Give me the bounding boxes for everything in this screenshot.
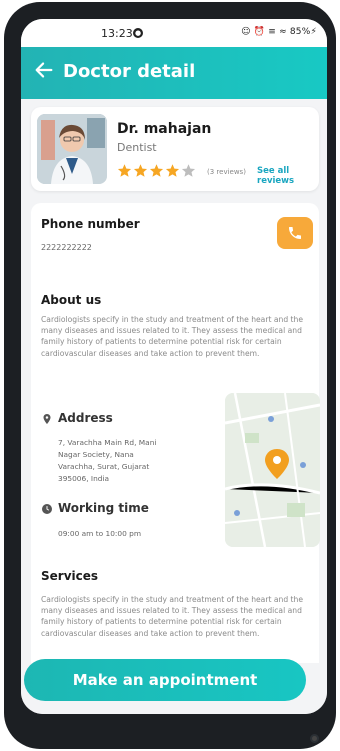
arrow-left-icon[interactable]	[33, 59, 55, 81]
phone-frame: 13:23 ● ☺ ⏰ ≡ ≈ 85%⚡ Doctor detail Dr. m…	[4, 2, 336, 749]
star-icon	[165, 164, 180, 177]
status-bar: 13:23 ● ☺ ⏰ ≡ ≈ 85%⚡	[21, 19, 327, 47]
doctor-name: Dr. mahajan	[117, 121, 212, 137]
star-icon	[181, 164, 196, 177]
notification-icon: ●	[133, 28, 143, 38]
about-heading: About us	[41, 293, 102, 307]
status-indicators: ☺ ⏰ ≡ ≈ 85%⚡	[241, 27, 317, 37]
working-time-heading: Working time	[58, 501, 149, 515]
app-bar: Doctor detail	[21, 47, 327, 99]
doctor-card: Dr. mahajan Dentist (3 reviews) See all …	[31, 107, 319, 191]
app-screen: 13:23 ● ☺ ⏰ ≡ ≈ 85%⚡ Doctor detail Dr. m…	[21, 19, 327, 714]
clock-icon	[42, 504, 52, 514]
doctor-avatar	[37, 114, 107, 184]
location-map[interactable]	[225, 393, 320, 547]
services-text: Cardiologists specify in the study and t…	[41, 595, 304, 638]
address-line: Nagar Society, Nana	[58, 450, 134, 459]
address-heading: Address	[58, 411, 113, 425]
status-time: 13:23	[101, 27, 133, 40]
address-line: Varachha, Surat, Gujarat	[58, 462, 150, 471]
location-pin-icon	[43, 414, 51, 424]
doctor-specialty: Dentist	[117, 141, 157, 154]
star-icon	[149, 164, 164, 177]
star-icon	[133, 164, 148, 177]
call-button[interactable]	[277, 217, 313, 249]
rating-stars	[117, 163, 197, 179]
see-all-reviews-link[interactable]: See all reviews	[257, 166, 319, 186]
services-heading: Services	[41, 569, 99, 583]
address-line: 7, Varachha Main Rd, Mani	[58, 438, 157, 447]
star-icon	[117, 164, 132, 177]
make-appointment-button[interactable]: Make an appointment	[24, 659, 306, 701]
address-line: 395006, India	[58, 474, 110, 483]
about-text: Cardiologists specify in the study and t…	[41, 315, 304, 358]
address-text: 7, Varachha Main Rd, Mani Nagar Society,…	[58, 437, 188, 485]
reviews-count: (3 reviews)	[207, 168, 246, 176]
page-title: Doctor detail	[63, 61, 196, 82]
phone-number: 2222222222	[41, 243, 92, 252]
camera-icon	[310, 734, 319, 743]
working-time-value: 09:00 am to 10:00 pm	[58, 529, 142, 538]
phone-heading: Phone number	[41, 217, 140, 231]
phone-icon	[289, 227, 301, 239]
details-card: Phone number 2222222222 About us Cardiol…	[31, 203, 320, 663]
